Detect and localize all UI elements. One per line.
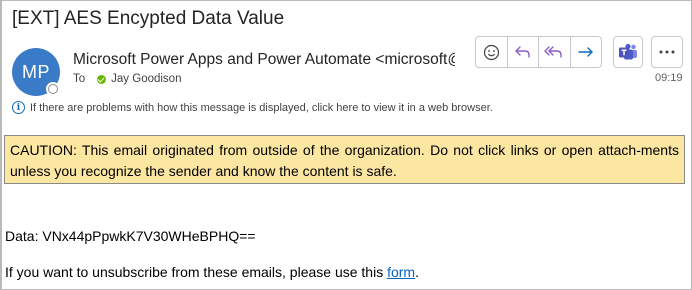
more-icon [659,50,675,54]
email-subject: [EXT] AES Encypted Data Value [12,8,285,29]
forward-button[interactable] [571,37,602,67]
teams-icon [619,43,637,60]
message-actions [475,36,602,68]
more-actions-button[interactable] [651,36,683,68]
recipient-name[interactable]: Jay Goodison [111,73,181,85]
external-caution-banner: CAUTION: This email originated from outs… [4,135,685,184]
unsubscribe-form-link[interactable]: form [387,264,415,280]
info-text: If there are problems with how this mess… [30,101,493,114]
reply-icon [515,46,530,58]
teams-chat-button[interactable] [613,36,643,68]
forward-icon [578,47,593,57]
unsubscribe-prefix: If you want to unsubscribe from these em… [5,264,388,280]
view-in-browser-notice[interactable]: i If there are problems with how this me… [12,101,493,114]
emoji-react-button[interactable] [476,37,508,67]
reply-button[interactable] [508,37,539,67]
data-value-text: Data: VNx44pPpwkK7V30WHeBPHQ== [5,228,256,244]
sender-name[interactable]: Microsoft Power Apps and Power Automate … [73,51,455,69]
info-icon: i [12,101,25,114]
received-time: 09:19 [655,72,683,84]
avatar-status-icon [46,82,60,96]
recipient-line: To Jay Goodison [73,73,181,85]
presence-available-icon [97,74,107,84]
reply-all-button[interactable] [539,37,571,67]
unsubscribe-suffix: . [415,264,419,280]
reply-all-icon [544,46,562,58]
unsubscribe-text: If you want to unsubscribe from these em… [5,264,419,280]
to-label: To [73,73,86,85]
emoji-icon [483,44,499,60]
avatar-initials: MP [22,61,50,82]
